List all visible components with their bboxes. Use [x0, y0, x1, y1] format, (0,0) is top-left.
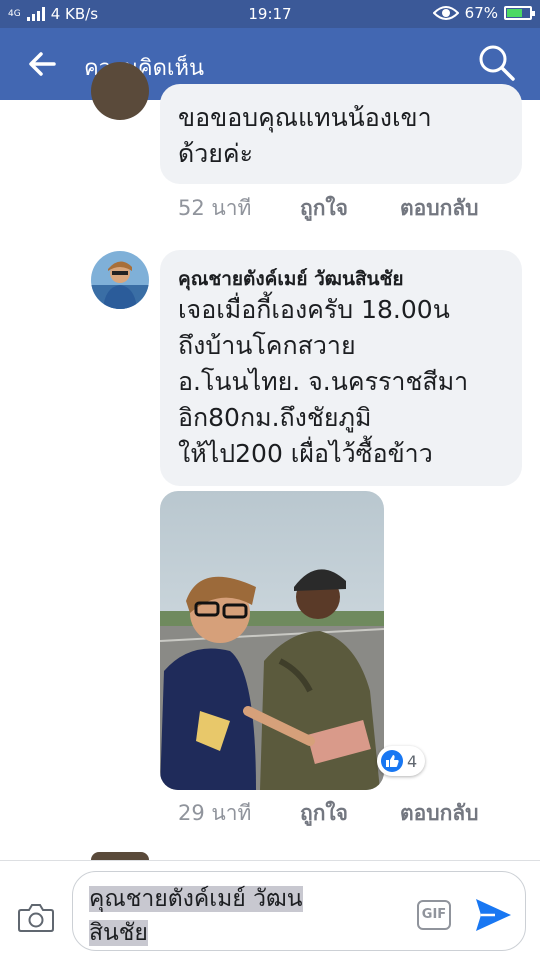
status-bar: 4G 4 KB/s 19:17 67% — [0, 0, 540, 28]
comment-meta: 29 นาที ถูกใจ ตอบกลับ — [178, 797, 479, 830]
reply-button[interactable]: ตอบกลับ — [400, 797, 479, 830]
eye-icon — [432, 6, 459, 20]
gif-button[interactable]: GIF — [417, 900, 451, 930]
like-button[interactable]: ถูกใจ — [300, 797, 400, 830]
comment-text-line: ให้ไป200 เผื่อไว้ซื้อข้าว — [178, 439, 433, 468]
arrow-left-icon[interactable] — [26, 48, 58, 80]
comment-bubble: ขอขอบคุณแทนน้องเขา ด้วยค่ะ — [160, 84, 522, 184]
battery-percent: 67% — [464, 4, 498, 22]
input-text-line: คุณชายตังค์เมย์ วัฒน — [89, 886, 303, 912]
status-right: 67% — [432, 4, 535, 22]
input-text-line: สินชัย — [89, 920, 148, 946]
comment-text-line: เจอเมื่อกี้เองครับ 18.00น — [178, 295, 450, 324]
comment-input[interactable]: คุณชายตังค์เมย์ วัฒน สินชัย GIF — [72, 871, 526, 951]
comment-text-line: ขอขอบคุณแทนน้องเขา — [178, 103, 432, 132]
avatar[interactable] — [91, 62, 149, 120]
comment-meta: 52 นาที ถูกใจ ตอบกลับ — [178, 192, 479, 225]
like-button[interactable]: ถูกใจ — [300, 192, 400, 225]
comment-input-text[interactable]: คุณชายตังค์เมย์ วัฒน สินชัย — [89, 882, 389, 950]
reaction-badge[interactable]: 4 — [377, 746, 426, 776]
comment-photo[interactable] — [160, 491, 384, 790]
comment-time: 52 นาที — [178, 196, 252, 220]
battery-icon — [504, 6, 535, 20]
camera-icon[interactable] — [18, 903, 54, 933]
reaction-count: 4 — [407, 751, 418, 771]
comment-author[interactable]: คุณชายตังค์เมย์ วัฒนสินชัย — [178, 264, 404, 294]
search-icon[interactable] — [478, 44, 516, 82]
comment-text-line: อ.โนนไทย. จ.นครราชสีมา — [178, 367, 469, 396]
thumbs-up-icon — [381, 750, 403, 772]
comment-time: 29 นาที — [178, 801, 252, 825]
comment-bubble: คุณชายตังค์เมย์ วัฒนสินชัย เจอเมื่อกี้เอ… — [160, 250, 522, 486]
comment-composer: คุณชายตังค์เมย์ วัฒน สินชัย GIF — [0, 860, 540, 961]
comment-text-line: ด้วยค่ะ — [178, 139, 254, 168]
avatar[interactable] — [91, 852, 149, 860]
send-icon[interactable] — [473, 896, 513, 934]
comment-text-line: อิก80กม.ถึงชัยภูมิ — [178, 403, 372, 432]
comment-text-line: ถึงบ้านโคกสวาย — [178, 331, 356, 360]
avatar[interactable] — [91, 251, 149, 309]
reply-button[interactable]: ตอบกลับ — [400, 192, 479, 225]
